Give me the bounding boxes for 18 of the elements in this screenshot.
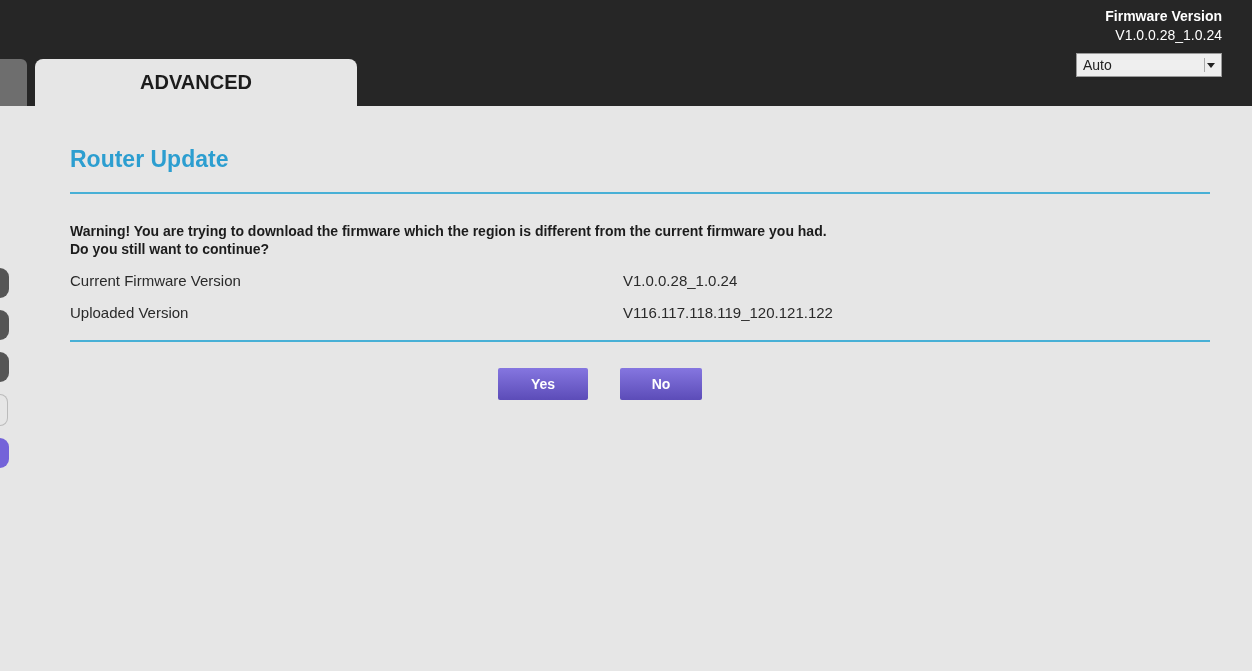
firmware-label: Firmware Version bbox=[1105, 8, 1222, 24]
field-value: V1.0.0.28_1.0.24 bbox=[623, 272, 738, 290]
warning-text: Do you still want to continue? bbox=[70, 240, 271, 258]
menu-button-edge[interactable] bbox=[0, 310, 9, 340]
no-button[interactable]: No bbox=[620, 368, 702, 400]
firmware-version: V1.0.0.28_1.0.24 bbox=[1115, 27, 1222, 43]
menu-button-edge[interactable] bbox=[0, 268, 9, 298]
warning-text: Warning! You are trying to download the firmware which the region is different from the current firmware you had. bbox=[70, 222, 828, 240]
field-value: V116.117.118.119_120.121.122 bbox=[623, 304, 833, 322]
field-label: Uploaded Version bbox=[70, 304, 190, 322]
menu-button-edge[interactable] bbox=[0, 438, 9, 468]
yes-button[interactable]: Yes bbox=[498, 368, 588, 400]
caret-icon bbox=[1204, 58, 1217, 72]
page-title: Router Update bbox=[70, 146, 230, 174]
tab[interactable]: ADVANCED bbox=[35, 59, 357, 106]
field-label: Current Firmware Version bbox=[70, 272, 242, 290]
menu-button-edge[interactable] bbox=[0, 352, 9, 382]
language-select[interactable]: Auto bbox=[1076, 53, 1222, 77]
